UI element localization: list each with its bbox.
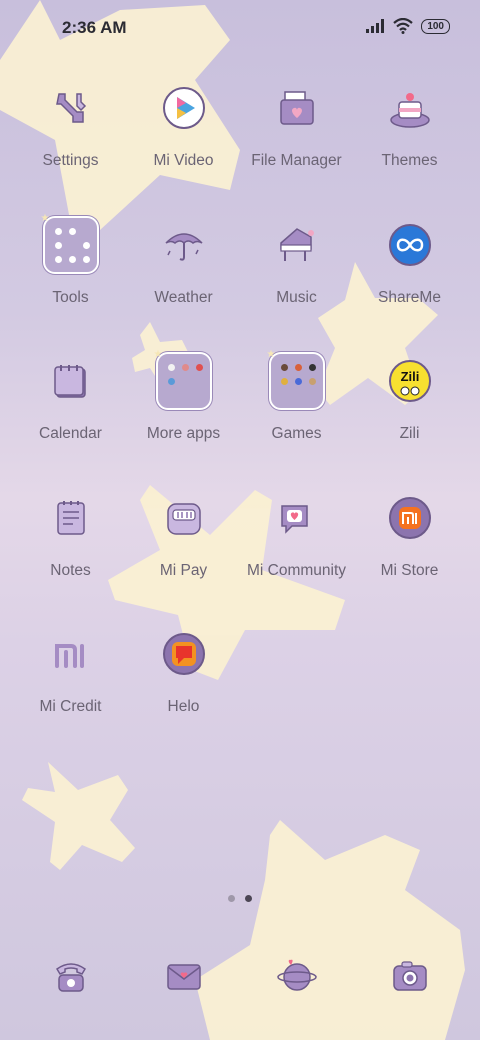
mi-credit-icon — [43, 626, 99, 682]
app-label: Helo — [167, 698, 200, 715]
status-time: 2:36 AM — [62, 18, 127, 37]
app-label: Mi Store — [380, 561, 439, 579]
star-icon: ★ — [266, 349, 276, 360]
app-grid: Settings Mi Video File Manager Themes ★ … — [14, 80, 466, 763]
mi-video-icon — [156, 80, 212, 136]
wallpaper-star — [22, 762, 135, 870]
app-label: File Manager — [251, 152, 342, 169]
music-icon — [269, 217, 325, 273]
tools-folder-icon: ★ — [40, 212, 99, 274]
app-label: More apps — [146, 425, 221, 442]
helo-icon — [156, 626, 212, 682]
app-mi-pay[interactable]: Mi Pay — [127, 490, 240, 627]
app-shareme[interactable]: ShareMe — [353, 217, 466, 354]
folder-tile: ★ — [266, 349, 325, 410]
app-settings[interactable]: Settings — [14, 80, 127, 217]
app-themes[interactable]: Themes — [353, 80, 466, 217]
status-bar: 2:36 AM 100 — [0, 0, 480, 56]
app-label: Mi Credit — [39, 698, 102, 715]
app-mi-store[interactable]: Mi Store — [353, 490, 466, 627]
folder-tile: ★ — [40, 212, 99, 274]
zili-logo-text: Zili — [400, 369, 419, 384]
wallpaper-star — [195, 820, 465, 1040]
zili-icon: Zili — [382, 353, 438, 409]
dock-camera[interactable] — [353, 955, 466, 995]
file-manager-icon — [269, 80, 325, 136]
page-dot-active[interactable] — [245, 895, 252, 902]
app-mi-video[interactable]: Mi Video — [127, 80, 240, 217]
mi-store-icon — [382, 490, 438, 546]
app-label: Mi Pay — [159, 561, 208, 579]
app-calendar[interactable]: Calendar — [14, 353, 127, 490]
app-label: Weather — [154, 288, 213, 306]
camera-icon — [392, 961, 427, 991]
page-dot[interactable] — [228, 895, 235, 902]
battery-icon: 100 — [421, 18, 450, 34]
app-games-folder[interactable]: ★ Games — [240, 349, 353, 490]
app-file-manager[interactable]: File Manager — [240, 80, 353, 217]
calendar-icon — [43, 353, 99, 409]
app-label: Zili — [399, 425, 420, 442]
app-tools-folder[interactable]: ★ Tools — [14, 212, 127, 354]
app-label: Notes — [50, 561, 91, 579]
app-weather[interactable]: Weather — [127, 217, 240, 354]
app-mi-credit[interactable]: Mi Credit — [14, 626, 127, 763]
notes-icon — [43, 490, 99, 546]
wifi-icon — [393, 18, 414, 34]
dock-phone[interactable] — [14, 955, 127, 995]
mi-community-icon — [269, 490, 325, 546]
settings-icon — [43, 80, 99, 136]
games-folder-icon: ★ — [266, 349, 325, 410]
messages-icon — [166, 964, 201, 990]
app-notes[interactable]: Notes — [14, 490, 127, 627]
browser-icon — [276, 959, 317, 991]
app-label: Music — [276, 288, 317, 306]
dock-browser[interactable] — [240, 955, 353, 995]
app-label: Settings — [42, 152, 99, 169]
weather-icon — [156, 217, 212, 273]
mi-pay-icon — [156, 490, 212, 546]
app-helo[interactable]: Helo — [127, 626, 240, 763]
app-music[interactable]: Music — [240, 217, 353, 354]
app-label: Mi Community — [246, 561, 347, 579]
app-label: Mi Video — [153, 152, 214, 169]
star-icon: ★ — [40, 212, 50, 224]
signal-icon — [366, 19, 385, 33]
folder-tile: ★ — [153, 349, 212, 410]
shareme-icon — [382, 217, 438, 273]
status-icons: 100 — [365, 18, 450, 34]
star-icon: ★ — [153, 349, 163, 360]
themes-icon — [382, 80, 438, 136]
phone-icon — [55, 963, 86, 992]
app-label: Calendar — [39, 425, 102, 442]
more-apps-folder-icon: ★ — [153, 349, 212, 410]
page-indicator — [0, 895, 480, 902]
dock-messages[interactable] — [127, 955, 240, 995]
app-label: Themes — [381, 152, 438, 169]
app-zili[interactable]: Zili Zili — [353, 353, 466, 490]
app-label: ShareMe — [378, 288, 441, 306]
app-label: Games — [271, 425, 322, 442]
app-label: Tools — [52, 288, 89, 306]
app-more-apps-folder[interactable]: ★ More apps — [127, 349, 240, 490]
dock — [14, 955, 466, 995]
app-mi-community[interactable]: Mi Community — [240, 490, 353, 627]
